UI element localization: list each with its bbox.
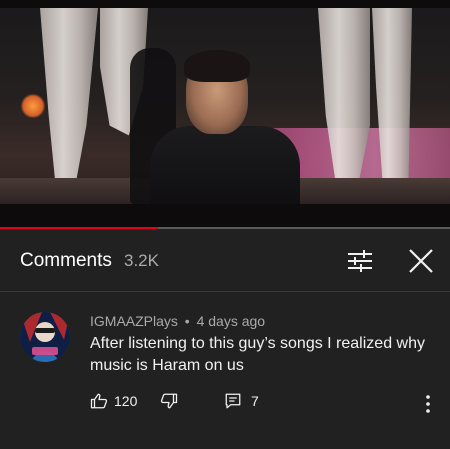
comment-actions: 120 7	[90, 392, 440, 416]
comment-author[interactable]: IGMAAZPlays	[90, 313, 178, 329]
like-count: 120	[114, 393, 138, 409]
video-progress-bar[interactable]	[0, 227, 450, 229]
comment-time: 4 days ago	[196, 313, 266, 329]
like-button[interactable]: 120	[90, 392, 137, 410]
person-hair	[184, 50, 250, 82]
sort-filter-button[interactable]	[344, 246, 376, 276]
comments-count: 3.2K	[124, 251, 159, 270]
curtain-left	[40, 8, 98, 204]
header-divider	[0, 291, 450, 292]
comments-title: Comments	[20, 250, 112, 271]
comment-meta: IGMAAZPlays • 4 days ago	[90, 313, 265, 329]
reply-icon	[225, 393, 241, 409]
comments-header: Comments 3.2K	[0, 230, 450, 292]
video-progress-fill	[0, 227, 158, 229]
thumbs-down-icon	[160, 393, 178, 409]
comment-text: After listening to this guy’s songs I re…	[90, 335, 425, 374]
person-body	[150, 126, 300, 204]
avatar-image	[20, 312, 70, 362]
close-button[interactable]	[404, 246, 436, 276]
reply-button[interactable]: 7	[224, 392, 259, 410]
video-player[interactable]	[0, 0, 450, 229]
meta-separator: •	[184, 313, 190, 329]
video-frame	[0, 8, 450, 204]
close-icon	[409, 249, 433, 273]
sliders-icon	[348, 250, 372, 272]
dislike-button[interactable]	[160, 392, 178, 415]
background-lamp	[20, 94, 46, 118]
thumbs-up-icon	[90, 393, 108, 409]
reply-count: 7	[251, 393, 259, 409]
comment-more-button[interactable]	[420, 392, 436, 416]
more-vertical-icon	[426, 395, 430, 413]
avatar[interactable]	[20, 312, 70, 362]
